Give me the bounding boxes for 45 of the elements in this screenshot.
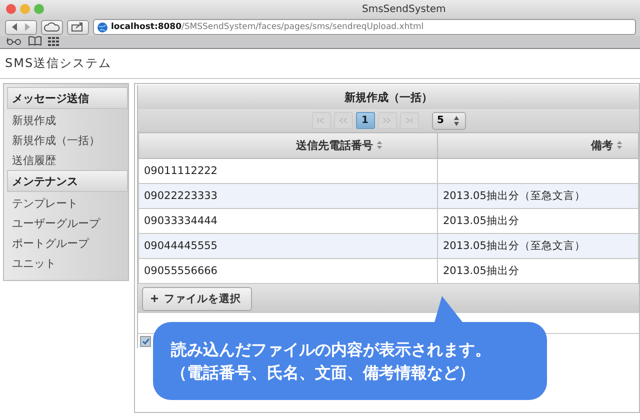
sidebar-item[interactable]: 新規作成 — [7, 110, 128, 130]
table-cell: 2013.05抽出分（至急文言） — [438, 184, 638, 208]
next-page-icon — [383, 118, 391, 123]
grid-icon[interactable] — [48, 36, 59, 46]
previous-page-icon — [339, 118, 347, 123]
glasses-icon[interactable] — [6, 37, 22, 45]
back-forward-button[interactable] — [5, 20, 37, 34]
sidebar-item[interactable]: ユニット — [7, 253, 128, 273]
checkbox[interactable] — [140, 336, 151, 347]
share-button[interactable] — [67, 20, 89, 34]
globe-icon — [97, 22, 108, 32]
first-page-icon — [317, 118, 325, 123]
sidebar-item[interactable]: 新規作成（一括） — [7, 130, 128, 150]
column-header[interactable]: 送信先電話番号 — [138, 132, 438, 158]
sidebar-header: メッセージ送信 — [7, 87, 128, 109]
column-header[interactable]: 備考 — [438, 132, 638, 158]
sort-icon — [617, 141, 622, 149]
sort-icon — [377, 141, 382, 149]
cloud-button[interactable] — [41, 20, 63, 34]
window-title: SmsSendSystem — [361, 4, 447, 14]
zoom-icon[interactable] — [34, 4, 44, 14]
callout-text: 読み込んだファイルの内容が表示されます。 — [171, 339, 492, 361]
url-text: localhost:8080/SMSSendSystem/faces/pages/sms/sendreqUpload.xhtml — [111, 22, 424, 32]
choose-file-button[interactable]: ファイルを選択 — [142, 286, 252, 310]
address-bar[interactable]: localhost:8080/SMSSendSystem/faces/pages/sms/sendreqUpload.xhtml — [93, 19, 636, 35]
last-page-icon — [405, 118, 413, 123]
table-cell: 09044445555 — [138, 234, 438, 258]
sidebar-item[interactable]: ユーザーグループ — [7, 213, 128, 233]
rows-per-page-select[interactable]: 5 — [432, 112, 466, 130]
table-cell: 2013.05抽出分（至急文言） — [438, 234, 638, 258]
share-icon — [71, 22, 85, 32]
cloud-icon — [44, 22, 60, 32]
sidebar-item[interactable]: テンプレート — [7, 193, 128, 213]
close-icon[interactable] — [6, 4, 16, 14]
panel-title: 新規作成（一括） — [138, 85, 639, 109]
sidebar-item[interactable]: ポートグループ — [7, 233, 128, 253]
book-icon[interactable] — [28, 36, 42, 46]
callout-text: （電話番号、氏名、文面、備考情報など） — [171, 362, 476, 384]
plus-icon — [151, 295, 158, 302]
table-cell: 09022223333 — [138, 184, 438, 208]
sidebar-header: メンテナンス — [7, 170, 128, 192]
spinner-icon — [452, 114, 460, 126]
sidebar-item[interactable]: 送信履歴 — [7, 150, 128, 170]
page-button[interactable]: 1 — [356, 112, 374, 129]
app-title: SMS送信システム — [5, 55, 112, 72]
